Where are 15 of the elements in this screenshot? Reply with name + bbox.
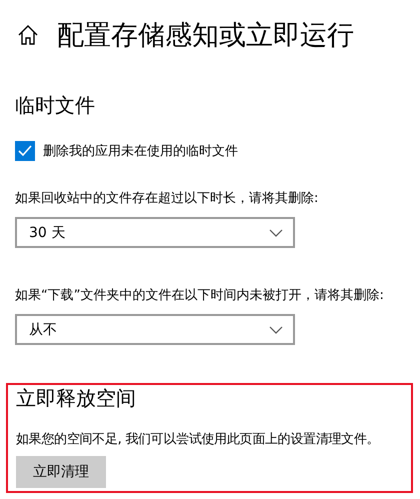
home-icon[interactable] — [17, 24, 39, 46]
dropdown[interactable]: 从不 — [15, 314, 295, 345]
checkbox-label: 删除我的应用未在使用的临时文件 — [43, 143, 238, 160]
page-title: 配置存储感知或立即运行 — [57, 19, 354, 53]
section-heading: 临时文件 — [15, 92, 96, 119]
description-text: 如果您的空间不足, 我们可以尝试使用此页面上的设置清理文件。 — [16, 431, 380, 448]
dropdown-label: 如果回收站中的文件存在超过以下时长，请将其删除: — [15, 190, 320, 207]
section-heading: 立即释放空间 — [16, 385, 137, 412]
clean-now-button[interactable]: 立即清理 — [16, 456, 106, 488]
dropdown-label: 如果“下载”文件夹中的文件在以下时间内未被打开，请将其删除: — [15, 287, 385, 304]
chevron-icon — [269, 326, 283, 334]
dropdown[interactable]: 30 天 — [15, 217, 295, 248]
checkbox[interactable] — [15, 141, 35, 161]
check-icon — [17, 143, 33, 159]
chevron-icon — [269, 228, 283, 236]
